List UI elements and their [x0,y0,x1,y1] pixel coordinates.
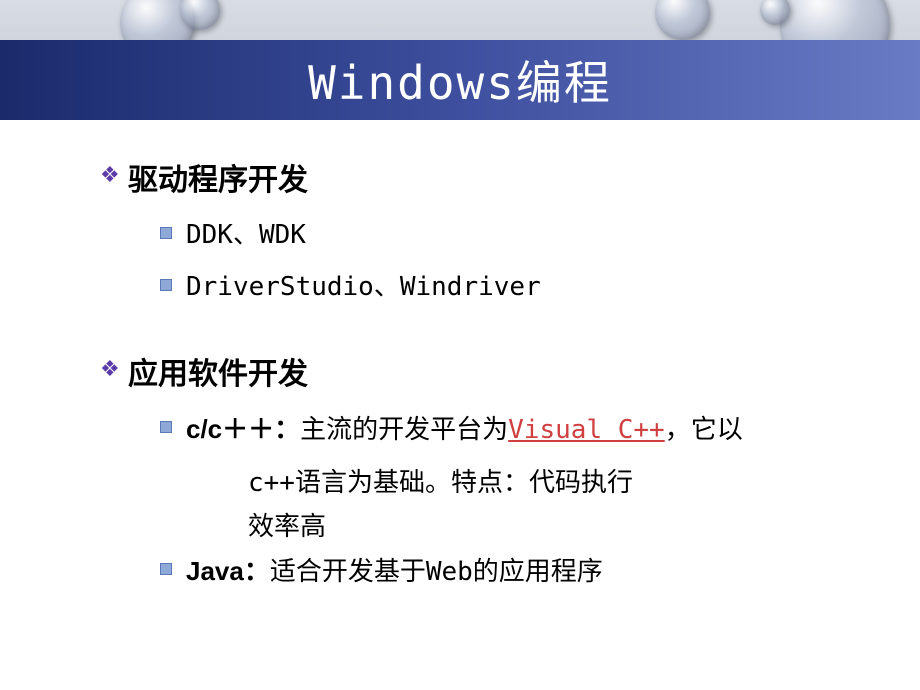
section-title: 应用软件开发 [128,349,308,393]
list-item: Java：适合开发基于Web的应用程序 [160,549,860,594]
item-text: Java：适合开发基于Web的应用程序 [186,549,603,594]
item-label: c/c＋＋： [186,414,300,444]
item-continuation: 效率高 [160,505,860,549]
slide-header-background: Windows编程 [0,0,920,120]
section-header: 驱动程序开发 [100,155,860,199]
visual-cpp-link[interactable]: Visual C++ [508,415,665,445]
sub-list: DDK、WDK DriverStudio、Windriver [100,213,860,309]
diamond-bullet-icon [100,362,118,380]
square-bullet-icon [160,227,172,239]
section-app-dev: 应用软件开发 c/c＋＋：主流的开发平台为Visual C++，它以 c++语言… [100,349,860,594]
item-suffix: ，它以 [665,415,743,445]
title-band: Windows编程 [0,40,920,120]
square-bullet-icon [160,421,172,433]
section-title: 驱动程序开发 [128,155,308,199]
sub-list: c/c＋＋：主流的开发平台为Visual C++，它以 c++语言为基础。特点：… [100,407,860,594]
water-droplet-decoration [655,0,710,40]
diamond-bullet-icon [100,168,118,186]
item-text: DDK、WDK [186,213,306,257]
item-continuation: c++语言为基础。特点：代码执行 [160,461,860,505]
section-driver-dev: 驱动程序开发 DDK、WDK DriverStudio、Windriver [100,155,860,309]
slide-content: 驱动程序开发 DDK、WDK DriverStudio、Windriver 应用… [0,120,920,654]
list-item: c/c＋＋：主流的开发平台为Visual C++，它以 [160,407,860,452]
item-text: DriverStudio、Windriver [186,265,541,309]
item-label: Java： [186,556,270,586]
section-header: 应用软件开发 [100,349,860,393]
list-item: DriverStudio、Windriver [160,265,860,309]
item-text: c/c＋＋：主流的开发平台为Visual C++，它以 [186,407,743,452]
square-bullet-icon [160,563,172,575]
slide-title: Windows编程 [308,47,612,113]
item-prefix: 适合开发基于Web的应用程序 [270,557,603,587]
item-prefix: 主流的开发平台为 [300,415,508,445]
square-bullet-icon [160,279,172,291]
list-item: DDK、WDK [160,213,860,257]
